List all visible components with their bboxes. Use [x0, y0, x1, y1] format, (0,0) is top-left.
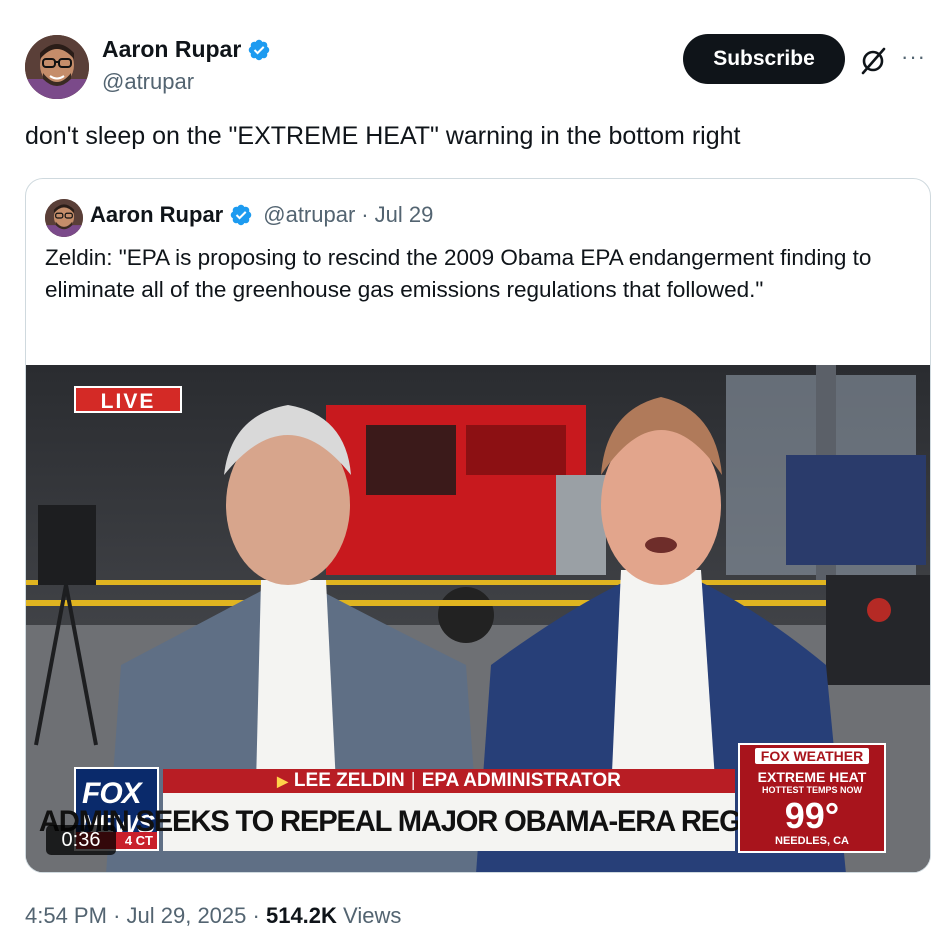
- views-count[interactable]: 514.2K: [266, 903, 337, 928]
- tweet-date[interactable]: Jul 29, 2025: [127, 903, 247, 928]
- quoted-date: Jul 29: [374, 202, 434, 227]
- lower-third-headline: ADMIN SEEKS TO REPEAL MAJOR OBAMA-ERA RE…: [38, 793, 861, 851]
- subscribe-button[interactable]: Subscribe: [683, 34, 845, 84]
- grok-icon[interactable]: [858, 46, 888, 76]
- video-duration: 0:36: [46, 825, 116, 855]
- weather-brand: FOX WEATHER: [754, 748, 870, 764]
- quoted-author-avatar: [45, 199, 83, 237]
- quoted-author-handle: @atrupar: [263, 202, 356, 227]
- weather-subtitle: HOTTEST TEMPS NOW: [762, 785, 862, 795]
- meta-separator: ·: [252, 903, 260, 928]
- quoted-tweet-text: Zeldin: "EPA is proposing to rescind the…: [45, 245, 872, 302]
- video-player[interactable]: LIVE FOX NEWS 4 CT ▶ LEE ZELDIN | EPA AD…: [26, 365, 930, 872]
- lower-third-title: EPA ADMINISTRATOR: [421, 770, 621, 791]
- quoted-author-name: Aaron Rupar: [90, 202, 224, 227]
- weather-alert-box: FOX WEATHER EXTREME HEAT HOTTEST TEMPS N…: [738, 743, 886, 853]
- meta-separator: ·: [113, 903, 121, 928]
- quoted-tweet-header: Aaron Rupar @atrupar · Jul 29: [90, 202, 433, 228]
- author-avatar[interactable]: [25, 35, 89, 99]
- quoted-separator: ·: [361, 202, 369, 227]
- verified-badge-icon: [231, 204, 252, 226]
- weather-location: NEEDLES, CA: [775, 835, 849, 847]
- author-name-text[interactable]: Aaron Rupar: [102, 36, 241, 63]
- quoted-tweet-card[interactable]: Aaron Rupar @atrupar · Jul 29 Zeldin: "E…: [25, 178, 931, 873]
- tweet-meta: 4:54 PM · Jul 29, 2025 · 514.2K Views: [25, 903, 401, 929]
- lower-third-divider: |: [410, 770, 416, 791]
- weather-title: EXTREME HEAT: [757, 769, 867, 785]
- tweet-text: don't sleep on the "EXTREME HEAT" warnin…: [25, 122, 741, 150]
- author-name[interactable]: Aaron Rupar: [102, 36, 271, 63]
- views-label: Views: [343, 903, 402, 928]
- more-icon[interactable]: ···: [901, 46, 931, 71]
- lower-third-name: LEE ZELDIN: [293, 770, 405, 791]
- tweet-time[interactable]: 4:54 PM: [25, 903, 107, 928]
- lower-third-nameplate: ▶ LEE ZELDIN | EPA ADMINISTRATOR: [163, 769, 735, 793]
- play-triangle-icon: ▶: [277, 772, 288, 789]
- author-handle[interactable]: @atrupar: [102, 69, 194, 95]
- verified-badge-icon: [249, 39, 270, 60]
- weather-temperature: 99°: [784, 795, 840, 836]
- live-badge: LIVE: [74, 386, 182, 413]
